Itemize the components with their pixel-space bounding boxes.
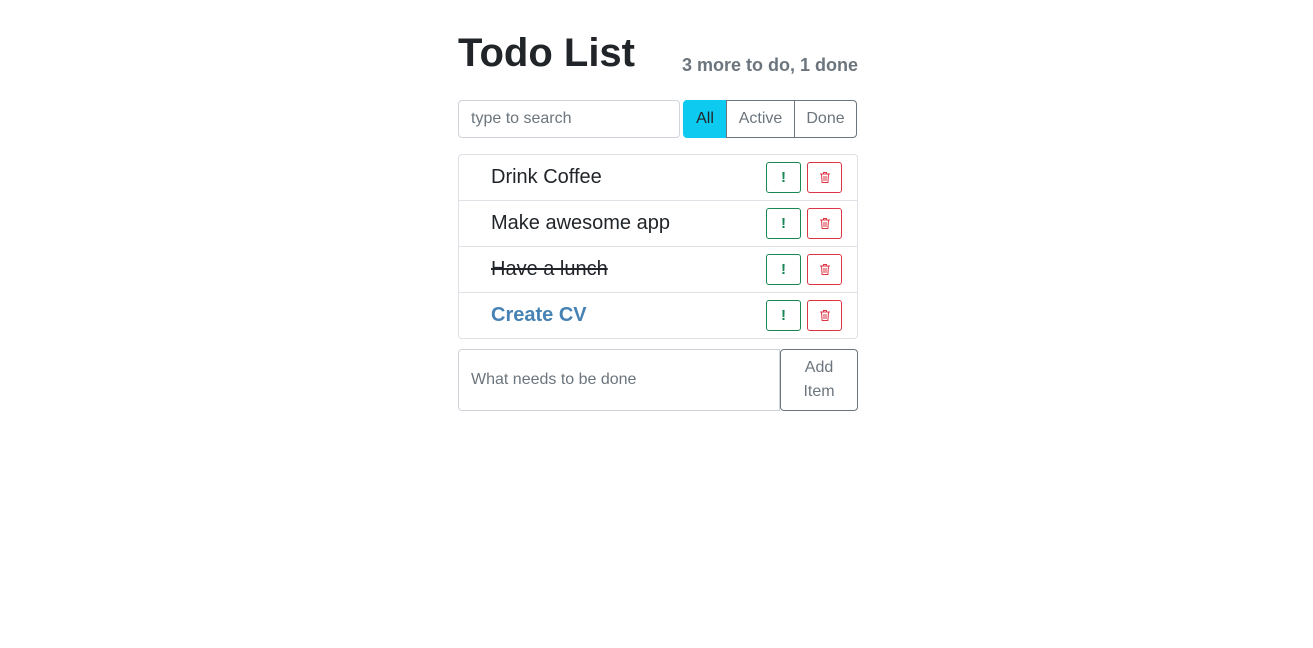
mark-important-button[interactable]: ! xyxy=(766,254,801,285)
add-item-form: Add Item xyxy=(458,349,858,411)
todo-counter: 3 more to do, 1 done xyxy=(681,55,858,75)
status-filter: All Active Done xyxy=(683,100,857,138)
todo-label[interactable]: Have a lunch xyxy=(491,258,608,281)
todo-label[interactable]: Create CV xyxy=(491,304,587,327)
delete-button[interactable] xyxy=(807,162,842,193)
trash-icon xyxy=(819,264,830,275)
exclamation-icon: ! xyxy=(781,307,786,324)
todo-label[interactable]: Drink Coffee xyxy=(491,166,602,189)
app-header: Todo List 3 more to do, 1 done xyxy=(458,30,858,76)
mark-important-button[interactable]: ! xyxy=(766,208,801,239)
delete-button[interactable] xyxy=(807,208,842,239)
search-panel: All Active Done xyxy=(458,100,858,138)
todo-item: Create CV ! xyxy=(459,293,857,338)
todo-item: Make awesome app ! xyxy=(459,201,857,247)
exclamation-icon: ! xyxy=(781,215,786,232)
page-title: Todo List xyxy=(458,31,635,75)
todo-list: Drink Coffee ! Make awesome app ! Have a… xyxy=(458,154,858,339)
trash-icon xyxy=(819,218,830,229)
filter-all-button[interactable]: All xyxy=(683,100,727,138)
exclamation-icon: ! xyxy=(781,261,786,278)
todo-actions: ! xyxy=(766,300,842,331)
filter-done-button[interactable]: Done xyxy=(794,100,857,138)
todo-label[interactable]: Make awesome app xyxy=(491,212,670,235)
todo-actions: ! xyxy=(766,254,842,285)
new-item-input[interactable] xyxy=(458,349,780,411)
trash-icon xyxy=(819,172,830,183)
mark-important-button[interactable]: ! xyxy=(766,300,801,331)
delete-button[interactable] xyxy=(807,300,842,331)
trash-icon xyxy=(819,310,830,321)
todo-actions: ! xyxy=(766,162,842,193)
exclamation-icon: ! xyxy=(781,169,786,186)
todo-item: Drink Coffee ! xyxy=(459,155,857,201)
filter-active-button[interactable]: Active xyxy=(726,100,795,138)
todo-app: Todo List 3 more to do, 1 done All Activ… xyxy=(458,30,858,411)
todo-actions: ! xyxy=(766,208,842,239)
add-item-button[interactable]: Add Item xyxy=(780,349,858,411)
delete-button[interactable] xyxy=(807,254,842,285)
search-input[interactable] xyxy=(458,100,680,138)
todo-item: Have a lunch ! xyxy=(459,247,857,293)
mark-important-button[interactable]: ! xyxy=(766,162,801,193)
